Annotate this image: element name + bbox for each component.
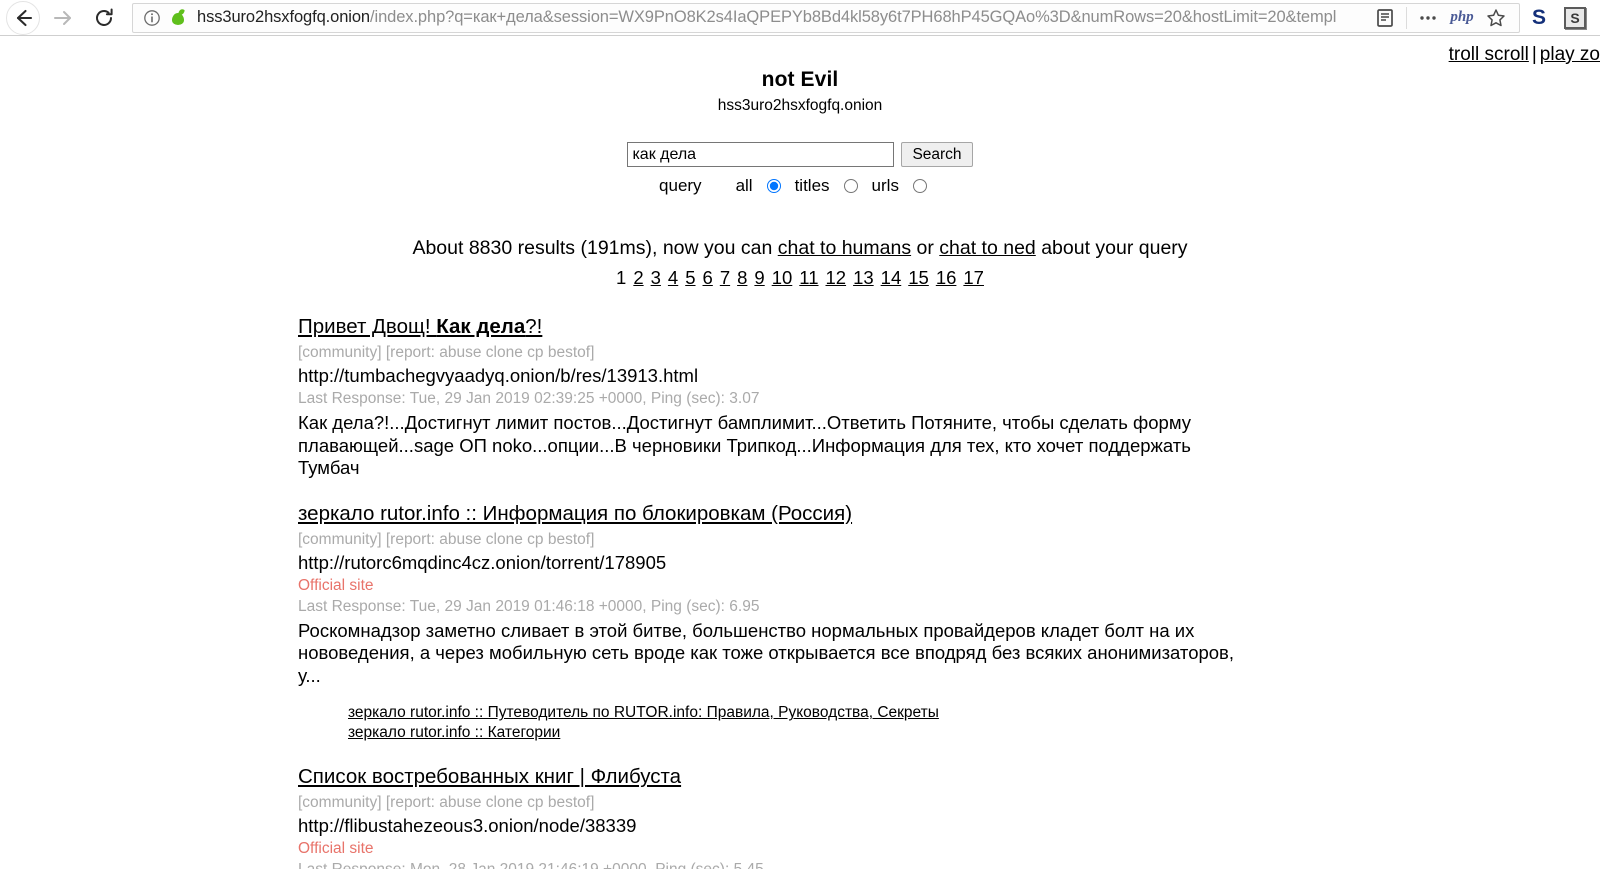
pagination: 1 2 3 4 5 6 7 8 9 10 11 12 13 14 15 16 17 <box>0 267 1600 289</box>
result-title-text: Список востребованных книг | Флибуста <box>298 765 682 789</box>
pagination-page-3[interactable]: 3 <box>651 267 661 288</box>
pagination-current-page: 1 <box>616 267 627 288</box>
result-title-text: зеркало rutor.info :: Информация по блок… <box>298 501 853 525</box>
scope-radio-urls[interactable] <box>912 179 927 193</box>
pagination-page-5[interactable]: 5 <box>685 267 695 288</box>
result-meta: Last Response: Tue, 29 Jan 2019 02:39:25… <box>298 390 760 407</box>
pagination-page-13[interactable]: 13 <box>853 267 874 288</box>
forward-arrow-icon <box>54 10 71 25</box>
toolbar-divider <box>1406 6 1407 29</box>
browser-toolbar: hss3uro2hsxfogfq.onion/index.php?q=как+д… <box>0 0 1600 36</box>
pagination-page-7[interactable]: 7 <box>720 267 730 288</box>
pagination-page-12[interactable]: 12 <box>826 267 847 288</box>
corner-links-separator: | <box>1531 44 1537 65</box>
scope-radio-titles[interactable] <box>843 179 858 193</box>
result-official-badge: Official site <box>298 840 374 858</box>
pagination-page-8[interactable]: 8 <box>737 267 747 288</box>
result-official-badge: Official site <box>298 576 374 594</box>
onion-favicon-icon <box>169 7 187 27</box>
results-summary-prefix: About 8830 results (191ms), now you can <box>412 237 778 259</box>
chat-to-humans-link[interactable]: chat to humans <box>778 237 911 259</box>
page-actions-menu-icon[interactable] <box>1411 4 1445 32</box>
pagination-page-11[interactable]: 11 <box>799 267 818 288</box>
play-zone-link[interactable]: play zo <box>1540 44 1600 65</box>
result-url: http://flibustahezeous3.onion/node/38339 <box>298 815 637 837</box>
search-form: Search <box>0 142 1600 167</box>
search-scope-options: query all titles urls <box>0 176 1600 196</box>
search-button[interactable]: Search <box>901 142 973 167</box>
s-box-extension-icon[interactable]: S <box>1558 3 1592 33</box>
pagination-page-17[interactable]: 17 <box>963 267 984 288</box>
search-input[interactable] <box>627 142 895 167</box>
address-bar-icons: php <box>1362 3 1513 32</box>
scope-label-titles: titles <box>794 176 830 195</box>
pagination-page-10[interactable]: 10 <box>772 267 793 288</box>
pagination-page-15[interactable]: 15 <box>908 267 929 288</box>
troll-scroll-link[interactable]: troll scroll <box>1449 44 1529 65</box>
results-summary: About 8830 results (191ms), now you can … <box>0 237 1600 260</box>
scope-label-query: query <box>659 176 702 195</box>
results-summary-suffix: about your query <box>1035 237 1188 259</box>
search-results-list: Привет Двощ! Как дела?! [community] [repo… <box>0 315 1600 869</box>
reload-button[interactable] <box>84 2 124 34</box>
result-url: http://rutorc6mqdinc4cz.onion/torrent/17… <box>298 551 667 573</box>
site-info-icon[interactable] <box>143 9 161 27</box>
s-extension-icon[interactable]: S <box>1522 3 1556 33</box>
result-title-link[interactable]: Список востребованных книг | Флибуста <box>298 765 681 788</box>
results-summary-middle: or <box>911 237 940 259</box>
result-tags[interactable]: [community] [report: abuse clone cp best… <box>298 794 1580 812</box>
url-path: /index.php?q=как+дела&session=WX9PnO8K2s… <box>370 8 1337 26</box>
pagination-page-4[interactable]: 4 <box>668 267 678 288</box>
s-box-glyph: S <box>1564 6 1586 29</box>
back-arrow-icon <box>16 9 33 26</box>
site-domain: hss3uro2hsxfogfq.onion <box>717 97 883 114</box>
extension-icons: S S <box>1522 3 1600 33</box>
result-snippet: Как дела?!...Достигнут лимит постов...До… <box>298 412 1192 479</box>
result-tags[interactable]: [community] [report: abuse clone cp best… <box>298 344 1580 362</box>
pagination-page-14[interactable]: 14 <box>881 267 902 288</box>
back-button[interactable] <box>6 0 40 35</box>
result-meta: Last Response: Mon, 28 Jan 2019 21:46:19… <box>298 861 1580 869</box>
result-title-suffix: ?! <box>525 315 543 338</box>
site-header: not Evil hss3uro2hsxfogfq.onion <box>0 36 1600 115</box>
result-sublink[interactable]: зеркало rutor.info :: Категории <box>348 723 1580 743</box>
site-title: not Evil <box>761 68 839 91</box>
pagination-page-6[interactable]: 6 <box>703 267 713 288</box>
result-tags[interactable]: [community] [report: abuse clone cp best… <box>298 531 1580 549</box>
result-title-link[interactable]: Привет Двощ! Как дела?! <box>298 315 542 338</box>
search-result: зеркало rutor.info :: Информация по блок… <box>298 502 1580 743</box>
result-sublinks: зеркало rutor.info :: Путеводитель по RU… <box>298 703 1580 743</box>
php-extension-icon[interactable]: php <box>1445 4 1479 32</box>
pagination-page-9[interactable]: 9 <box>754 267 764 288</box>
scope-label-urls: urls <box>871 176 899 195</box>
reload-icon <box>96 8 113 26</box>
result-sublink[interactable]: зеркало rutor.info :: Путеводитель по RU… <box>348 703 1580 723</box>
result-meta: Last Response: Tue, 29 Jan 2019 01:46:18… <box>298 597 760 615</box>
bookmark-star-icon[interactable] <box>1479 4 1513 32</box>
corner-links: troll scroll | play zo <box>1449 44 1600 66</box>
pagination-page-16[interactable]: 16 <box>936 267 957 288</box>
page-content: troll scroll | play zo not Evil hss3uro2hs… <box>0 36 1600 869</box>
scope-radio-all[interactable] <box>766 179 781 193</box>
result-snippet: Роскомнадзор заметно сливает в этой битв… <box>298 619 1235 686</box>
url-domain: hss3uro2hsxfogfq.onion <box>197 8 371 26</box>
chat-to-ned-link[interactable]: chat to ned <box>939 237 1036 259</box>
reader-view-icon[interactable] <box>1368 4 1402 32</box>
address-bar[interactable]: hss3uro2hsxfogfq.onion/index.php?q=как+д… <box>132 2 1520 33</box>
scope-label-all: all <box>735 176 753 195</box>
search-result: Привет Двощ! Как дела?! [community] [repo… <box>298 315 1580 480</box>
result-title-highlight: Как дела <box>436 315 526 338</box>
navigation-buttons <box>0 0 124 35</box>
pagination-page-2[interactable]: 2 <box>633 267 643 288</box>
forward-button[interactable] <box>42 2 82 34</box>
result-title-text: Привет Двощ! <box>298 315 437 338</box>
search-result: Список востребованных книг | Флибуста [co… <box>298 765 1580 869</box>
result-url: http://tumbachegvyaadyq.onion/b/res/1391… <box>298 365 699 386</box>
address-bar-url: hss3uro2hsxfogfq.onion/index.php?q=как+д… <box>197 8 1336 27</box>
result-title-link[interactable]: зеркало rutor.info :: Информация по блок… <box>298 502 852 525</box>
